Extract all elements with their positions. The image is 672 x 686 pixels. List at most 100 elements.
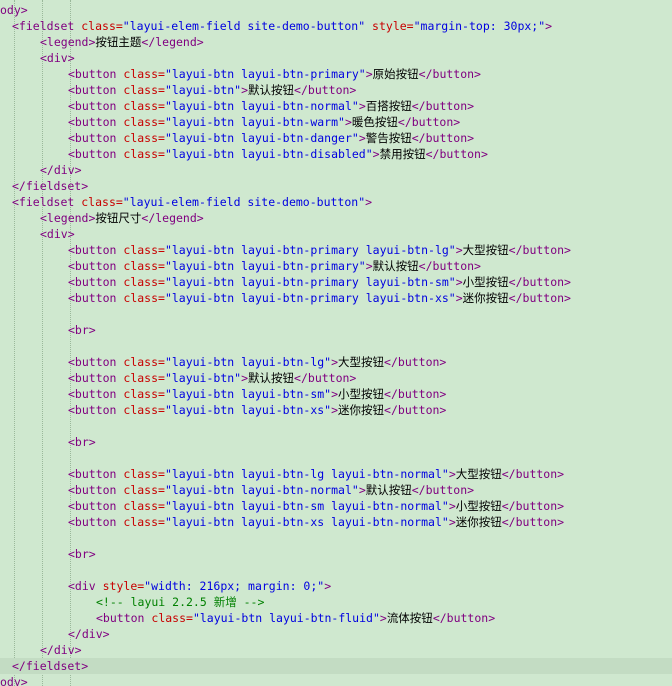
code-token: "layui-btn": [164, 83, 242, 97]
code-token: <br>: [68, 435, 96, 449]
code-line[interactable]: </fieldset>: [0, 178, 672, 194]
code-token: "layui-btn layui-btn-normal": [164, 99, 359, 113]
code-token: >: [365, 195, 373, 209]
code-token: </button>: [294, 83, 357, 97]
code-line[interactable]: <legend>按钮尺寸</legend>: [0, 210, 672, 226]
code-line[interactable]: <div>: [0, 226, 672, 242]
code-token: "layui-btn layui-btn-warm": [164, 115, 345, 129]
code-token: 默认按钮: [365, 483, 412, 497]
code-token: "layui-btn layui-btn-primary layui-btn-s…: [164, 275, 456, 289]
code-line[interactable]: <button class="layui-btn layui-btn-xs la…: [0, 514, 672, 530]
code-line[interactable]: <fieldset class="layui-elem-field site-d…: [0, 18, 672, 34]
code-token: "layui-btn layui-btn-primary": [164, 259, 366, 273]
code-line[interactable]: [0, 338, 672, 354]
code-line[interactable]: <button class="layui-btn layui-btn-lg">大…: [0, 354, 672, 370]
code-line[interactable]: <div>: [0, 50, 672, 66]
code-line[interactable]: <button class="layui-btn layui-btn-dange…: [0, 130, 672, 146]
code-line[interactable]: <button class="layui-btn layui-btn-lg la…: [0, 466, 672, 482]
code-line[interactable]: <br>: [0, 322, 672, 338]
code-line[interactable]: </div>: [0, 626, 672, 642]
code-token: "layui-elem-field site-demo-button": [122, 195, 366, 209]
code-line[interactable]: <button class="layui-btn layui-btn-norma…: [0, 98, 672, 114]
code-line[interactable]: <button class="layui-btn">默认按钮</button>: [0, 370, 672, 386]
code-token: class=: [81, 195, 123, 209]
code-line[interactable]: [0, 306, 672, 322]
code-token: 大型按钮: [462, 243, 509, 257]
code-token: <button: [68, 371, 124, 385]
code-token: <button: [68, 499, 124, 513]
code-line[interactable]: [0, 562, 672, 578]
code-token: "layui-btn layui-btn-lg": [164, 355, 332, 369]
code-token: class=: [123, 371, 165, 385]
code-token: >: [455, 275, 463, 289]
code-line[interactable]: <button class="layui-btn layui-btn-warm"…: [0, 114, 672, 130]
code-line[interactable]: </div>: [0, 162, 672, 178]
code-token: <button: [68, 67, 124, 81]
code-token: >: [365, 259, 373, 273]
code-token: "layui-btn layui-btn-lg layui-btn-normal…: [164, 467, 449, 481]
code-token: "layui-btn layui-btn-primary layui-btn-x…: [164, 291, 456, 305]
code-line[interactable]: <button class="layui-btn layui-btn-prima…: [0, 258, 672, 274]
code-line[interactable]: <button class="layui-btn layui-btn-prima…: [0, 242, 672, 258]
code-token: "layui-btn layui-btn-primary layui-btn-l…: [164, 243, 456, 257]
code-token: 原始按钮: [372, 67, 419, 81]
code-line[interactable]: ody>: [0, 2, 672, 18]
code-token: class=: [123, 131, 165, 145]
code-line[interactable]: ody>: [0, 674, 672, 686]
code-token: 警告按钮: [365, 131, 412, 145]
code-editor[interactable]: ody> <fieldset class="layui-elem-field si…: [0, 0, 672, 686]
code-line[interactable]: <button class="layui-btn">默认按钮</button>: [0, 82, 672, 98]
code-token: <button: [68, 483, 124, 497]
code-token: class=: [123, 387, 165, 401]
code-token: </button>: [418, 67, 481, 81]
code-token: class=: [123, 99, 165, 113]
code-token: </legend>: [141, 211, 204, 225]
code-token: >: [379, 611, 387, 625]
code-token: <button: [68, 403, 124, 417]
code-line[interactable]: [0, 450, 672, 466]
code-token: style=: [102, 579, 145, 593]
code-line[interactable]: [0, 530, 672, 546]
code-line[interactable]: <button class="layui-btn layui-btn-xs">迷…: [0, 402, 672, 418]
code-token: 大型按钮: [455, 467, 502, 481]
code-token: <legend>: [40, 211, 96, 225]
code-line[interactable]: <button class="layui-btn layui-btn-norma…: [0, 482, 672, 498]
code-token: >: [324, 579, 332, 593]
code-token: >: [358, 131, 366, 145]
code-line[interactable]: <button class="layui-btn layui-btn-sm">小…: [0, 386, 672, 402]
code-line[interactable]: <legend>按钮主题</legend>: [0, 34, 672, 50]
code-token: 默认按钮: [248, 371, 295, 385]
code-token: 流体按钮: [386, 611, 433, 625]
code-token: 小型按钮: [462, 275, 509, 289]
code-token: >: [455, 243, 463, 257]
code-token: </button>: [411, 131, 475, 145]
code-token: class=: [123, 115, 165, 129]
code-token: </button>: [384, 355, 447, 369]
code-token: >: [448, 515, 456, 529]
code-line[interactable]: <br>: [0, 434, 672, 450]
code-line[interactable]: </div>: [0, 642, 672, 658]
code-token: </div>: [40, 163, 82, 177]
code-token: "layui-btn layui-btn-fluid": [192, 611, 380, 625]
code-line[interactable]: <button class="layui-btn layui-btn-fluid…: [0, 610, 672, 626]
code-line[interactable]: <button class="layui-btn layui-btn-prima…: [0, 290, 672, 306]
code-line[interactable]: <button class="layui-btn layui-btn-prima…: [0, 274, 672, 290]
code-line[interactable]: <button class="layui-btn layui-btn-disab…: [0, 146, 672, 162]
code-line[interactable]: <div style="width: 216px; margin: 0;">: [0, 578, 672, 594]
code-line[interactable]: <button class="layui-btn layui-btn-sm la…: [0, 498, 672, 514]
code-line[interactable]: <button class="layui-btn layui-btn-prima…: [0, 66, 672, 82]
code-token: </fieldset>: [12, 659, 89, 673]
code-token: </button>: [418, 259, 481, 273]
code-line-current[interactable]: </fieldset>: [0, 658, 672, 674]
code-token: <button: [68, 259, 124, 273]
code-token: "layui-btn layui-btn-disabled": [164, 147, 373, 161]
code-token: class=: [151, 611, 193, 625]
code-line[interactable]: <br>: [0, 546, 672, 562]
code-token: <button: [68, 355, 124, 369]
code-line[interactable]: <fieldset class="layui-elem-field site-d…: [0, 194, 672, 210]
code-line[interactable]: <!-- layui 2.2.5 新增 -->: [0, 594, 672, 610]
code-token: >: [331, 387, 339, 401]
code-token: >: [455, 291, 463, 305]
code-line[interactable]: [0, 418, 672, 434]
code-token: >: [344, 115, 352, 129]
